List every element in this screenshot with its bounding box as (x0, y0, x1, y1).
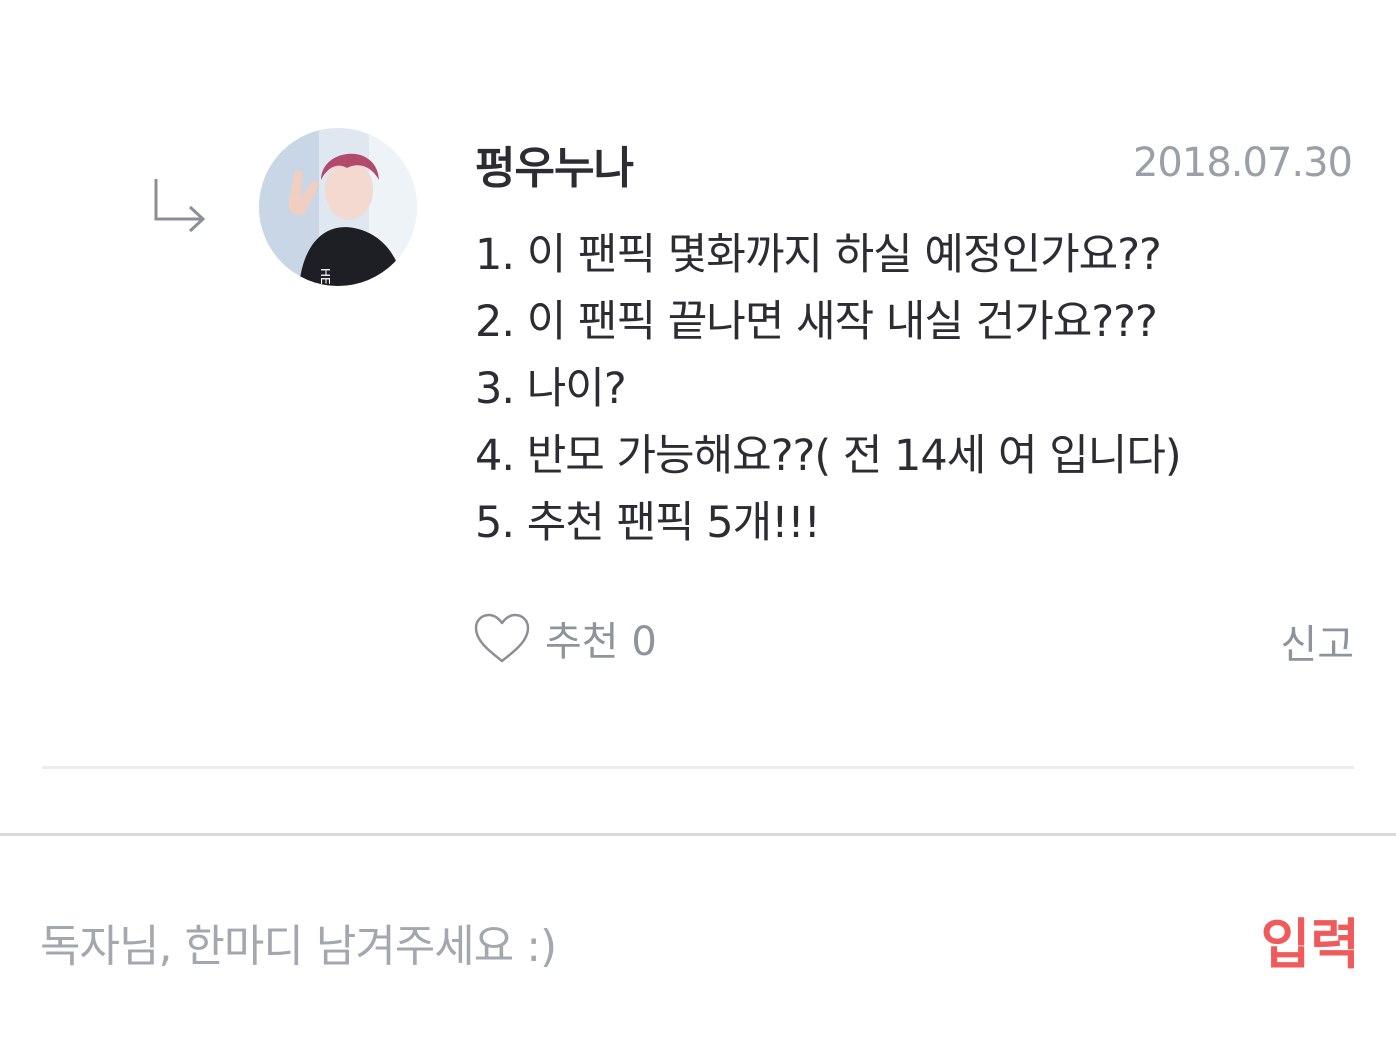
comment-line: 4. 반모 가능해요??( 전 14세 여 입니다) (475, 431, 1182, 481)
user-avatar[interactable]: HEM (259, 128, 417, 286)
comment-line: 5. 추천 팬픽 5개!!! (475, 498, 821, 548)
comment-body: 1. 이 팬픽 몇화까지 하실 예정인가요?? 2. 이 팬픽 끝나면 새작 내… (475, 222, 1355, 557)
reply-arrow-icon (154, 179, 206, 233)
heart-outline-icon[interactable] (473, 612, 531, 664)
comment-author[interactable]: 펑우누나 (475, 132, 634, 196)
comment-line: 2. 이 팬픽 끝나면 새작 내실 건가요??? (475, 297, 1158, 347)
like-count-label: 추천 0 (545, 619, 657, 665)
submit-button[interactable]: 입력 (1261, 900, 1360, 979)
comment-date: 2018.07.30 (1132, 140, 1353, 186)
like-button[interactable]: 추천 0 (473, 608, 657, 668)
input-divider (0, 833, 1396, 836)
comment-line: 3. 나이? (475, 364, 627, 414)
comment-line: 1. 이 팬픽 몇화까지 하실 예정인가요?? (475, 230, 1162, 280)
report-button[interactable]: 신고 (1280, 612, 1354, 670)
comment-input[interactable]: 독자님, 한마디 남겨주세요 :) (40, 910, 557, 974)
svg-text:HEM: HEM (318, 268, 332, 286)
comment-divider (42, 766, 1354, 769)
